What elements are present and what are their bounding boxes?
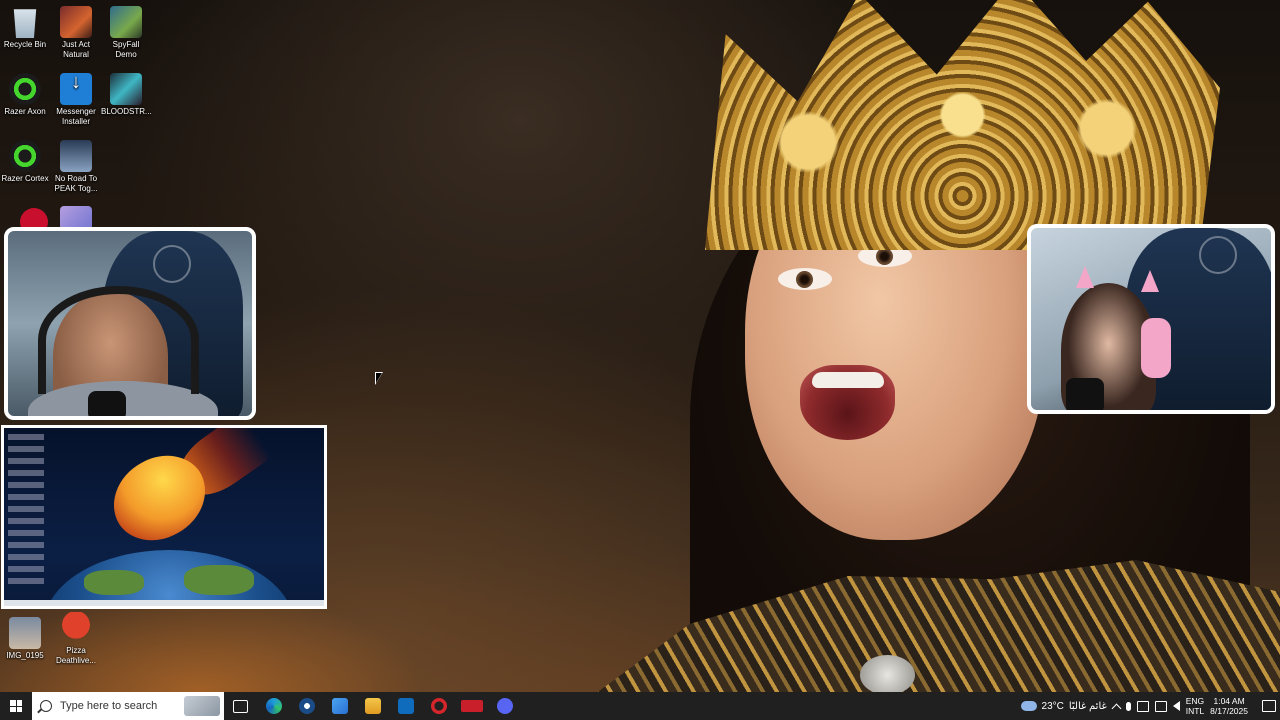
razer-cortex-icon [9,140,41,172]
clock-date: 8/17/2025 [1210,706,1248,716]
screen-share-preview [1,425,327,609]
desktop-icon-recycle-bin[interactable]: Recycle Bin [0,6,50,50]
network-icon[interactable] [1154,700,1167,712]
mini-taskbar [4,600,324,606]
chevron-up-icon[interactable] [1111,703,1122,713]
headset-icon [1141,318,1171,378]
wallpaper-crown [705,0,1220,250]
desktop-icon-pizza-deathlive[interactable]: Pizza Deathlive... [51,612,101,666]
search-highlight-image [184,696,220,716]
notification-icon[interactable] [1262,700,1276,712]
image-file-icon [9,617,41,649]
search-icon [40,700,52,712]
pizza-game-icon [60,612,92,644]
wallpaper-robe [560,560,1280,692]
folder-icon [364,698,381,714]
taskbar-outlook[interactable] [389,692,422,720]
discord-icon [496,698,513,714]
desktop-icon-spyfall-demo[interactable]: SpyFall Demo [101,6,151,60]
desktop-icon-no-road-to-peak[interactable]: No Road To PEAK Tog... [51,140,101,194]
taskbar-edge[interactable] [257,692,290,720]
taskbar-steam[interactable] [290,692,323,720]
start-button[interactable] [0,692,32,720]
earth-land [184,565,254,595]
desktop-icon-bloodstr[interactable]: BLOODSTR... [101,73,152,117]
microphone-icon [88,391,126,416]
desktop-icon-messenger-installer[interactable]: Messenger Installer [51,73,101,127]
language-code: ENG [1185,696,1205,706]
taskbar-opera-gx[interactable] [422,692,455,720]
opera-gx-icon [430,698,447,714]
taskbar-file-explorer[interactable] [356,692,389,720]
mouse-cursor-icon [375,372,383,385]
taskbar-voicemod[interactable] [455,692,488,720]
taskbar-microsoft-store[interactable] [323,692,356,720]
desktop-icon-razer-axon[interactable]: Razer Axon [0,73,50,117]
messenger-installer-icon [60,73,92,105]
game-icon [110,73,142,105]
tray-app-icon[interactable] [1136,700,1149,712]
razer-axon-icon [9,73,41,105]
weather-condition: غائم غالبًا [1068,700,1107,712]
search-placeholder: Type here to search [60,700,158,712]
system-tray: 23°C غائم غالبًا ENG INTL 1:04 AM 8/17/2… [1020,692,1280,720]
weather-temp: 23°C [1041,700,1064,712]
webcam-overlay-left [4,227,256,420]
weather-widget[interactable]: 23°C غائم غالبًا [1020,700,1107,712]
taskbar-discord[interactable] [488,692,521,720]
windows-logo-icon [10,700,22,712]
earth-land [84,570,144,595]
taskbar: Type here to search 23°C غائم غالبًا ENG… [0,692,1280,720]
taskbar-search-box[interactable]: Type here to search [32,692,224,720]
cloud-icon [1020,701,1037,711]
voicemod-icon [460,700,483,712]
chair-logo-icon [153,245,191,283]
game-icon [110,6,142,38]
game-icon [60,6,92,38]
microphone-icon [1066,378,1104,410]
clock-time: 1:04 AM [1213,696,1245,706]
microphone-icon[interactable] [1125,701,1131,711]
wallpaper-necklace [860,655,915,692]
chair-logo-icon [1199,236,1237,274]
speaker-icon[interactable] [1172,701,1180,711]
recycle-bin-icon [13,9,37,38]
desktop-icon-just-act-natural[interactable]: Just Act Natural [51,6,101,60]
headset-icon [38,286,199,394]
wallpaper-eye [778,268,832,290]
outlook-icon [397,698,414,714]
store-icon [331,698,348,714]
webcam-overlay-right [1027,224,1275,414]
edge-icon [265,698,282,714]
taskbar-task-view[interactable] [224,692,257,720]
steam-icon [298,698,315,714]
desktop-icon-razer-cortex[interactable]: Razer Cortex [0,140,50,184]
language-indicator[interactable]: ENG INTL [1186,696,1204,716]
clock[interactable]: 1:04 AM 8/17/2025 [1210,696,1248,716]
mini-desktop-icons [8,434,44,584]
peak-icon [60,140,92,172]
keyboard-layout: INTL [1185,706,1205,716]
desktop-icon-img-0195[interactable]: IMG_0195 [0,617,50,661]
wallpaper-teeth [812,372,884,388]
task-view-icon [233,699,248,713]
cat-ear-headset-icon [1076,266,1094,288]
